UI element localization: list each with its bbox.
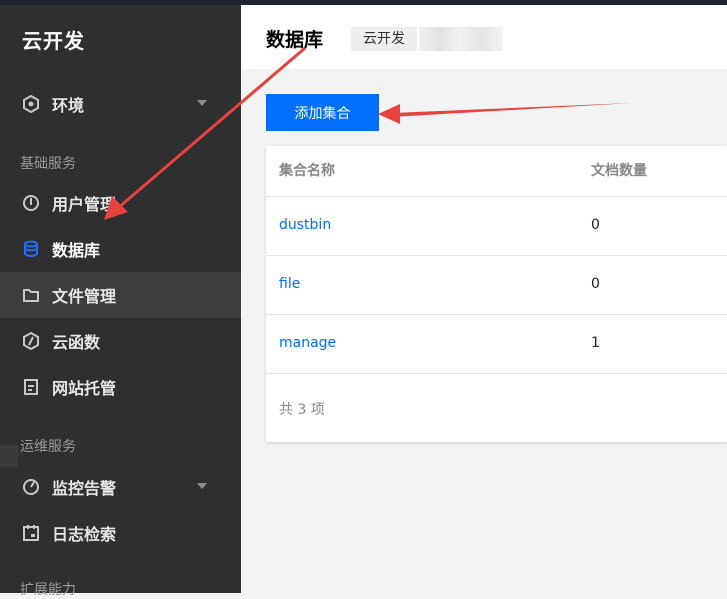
log-calendar-icon [22, 524, 40, 542]
collection-link[interactable]: dustbin [279, 196, 331, 255]
web-hosting-icon [22, 378, 40, 396]
sidebar-item-label: 网站托管 [52, 379, 117, 398]
table-row: manage 1 [266, 314, 727, 374]
sidebar-item-log-search[interactable]: 日志检索 [0, 510, 241, 556]
chevron-down-icon [197, 100, 207, 106]
document-count: 1 [591, 335, 600, 351]
user-shield-icon [22, 194, 40, 212]
sidebar-item-label: 日志检索 [52, 525, 117, 544]
document-count: 0 [591, 276, 600, 292]
sidebar-item-label: 数据库 [52, 241, 101, 260]
sidebar-item-label: 文件管理 [52, 287, 117, 306]
sidebar-item-file-management[interactable]: 文件管理 [0, 272, 241, 318]
sidebar-item-label: 监控告警 [52, 479, 117, 498]
hexagon-icon [22, 95, 40, 113]
table-row: file 0 [266, 255, 727, 315]
brand-title: 云开发 [22, 29, 85, 53]
section-ops-services: 运维服务 [20, 439, 76, 455]
sidebar-item-label: 云函数 [52, 333, 101, 352]
page-title: 数据库 [266, 29, 324, 51]
collections-table: 集合名称 文档数量 dustbin 0 file 0 manage 1 共 3 … [266, 146, 727, 442]
table-header-row: 集合名称 文档数量 [266, 146, 727, 197]
sidebar-item-cloud-functions[interactable]: 云函数 [0, 318, 241, 364]
function-icon [22, 332, 40, 350]
folder-icon [22, 286, 40, 304]
sidebar-item-monitoring[interactable]: 监控告警 [0, 464, 241, 510]
sidebar-item-user-management[interactable]: 用户管理 [0, 180, 241, 226]
sidebar-item-web-hosting[interactable]: 网站托管 [0, 364, 241, 410]
sidebar-item-database[interactable]: 数据库 [0, 226, 241, 272]
column-header-count: 文档数量 [591, 163, 647, 179]
collection-link[interactable]: file [279, 255, 300, 314]
sidebar: 云开发 环境 基础服务 用户管理 数据库 文件管理 云函数 网站托管 运维服务 … [0, 5, 241, 598]
table-row: dustbin 0 [266, 196, 727, 256]
environment-id-redacted [419, 27, 503, 51]
database-icon [22, 240, 40, 258]
table-total-count: 共 3 项 [279, 402, 325, 418]
sidebar-item-label: 用户管理 [52, 195, 117, 214]
main-content: 数据库 云开发 添加集合 集合名称 文档数量 dustbin 0 file 0 … [241, 5, 727, 593]
sidebar-item-environment[interactable]: 环境 [0, 81, 241, 127]
column-header-name: 集合名称 [279, 163, 335, 179]
section-extensions: 扩展能力 [20, 582, 76, 598]
chevron-down-icon [197, 483, 207, 489]
environment-chip[interactable]: 云开发 [351, 27, 417, 51]
section-basic-services: 基础服务 [20, 156, 76, 172]
page-header: 数据库 云开发 [241, 5, 727, 69]
add-collection-button[interactable]: 添加集合 [266, 94, 379, 131]
document-count: 0 [591, 217, 600, 233]
monitor-icon [22, 478, 40, 496]
sidebar-item-label: 环境 [52, 96, 85, 115]
collection-link[interactable]: manage [279, 314, 336, 373]
